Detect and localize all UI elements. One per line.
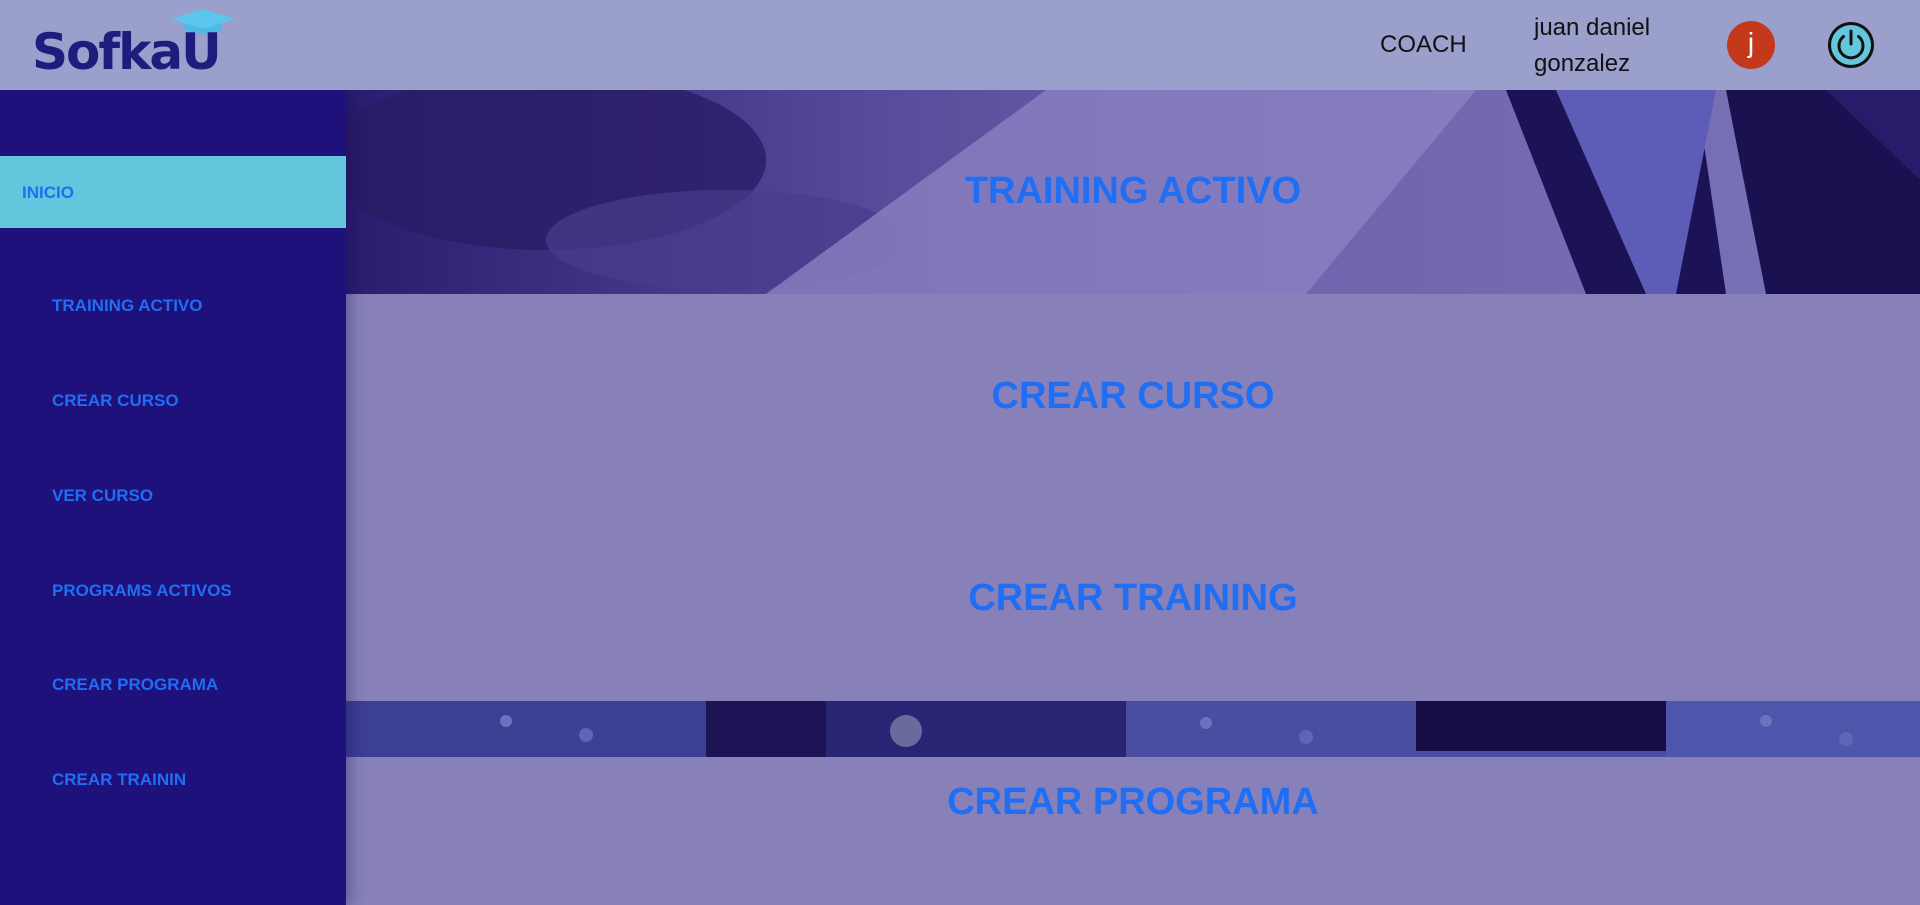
user-name: juan daniel gonzalez [1534, 14, 1651, 77]
panel-crear-curso[interactable]: CREAR CURSO [346, 294, 1920, 498]
sidebar-item-crear-curso[interactable]: CREAR CURSO [52, 391, 179, 411]
sidebar-item-label: INICIO [22, 183, 74, 202]
logo-text: SofkaU [32, 23, 222, 81]
sidebar-item-ver-curso[interactable]: VER CURSO [52, 486, 153, 506]
audience-background-image [346, 701, 1920, 757]
panel-title: CREAR TRAINING [968, 577, 1298, 619]
panel-crear-programa[interactable]: CREAR PROGRAMA [346, 701, 1920, 905]
panel-title: TRAINING ACTIVO [964, 170, 1302, 212]
panel-title: CREAR PROGRAMA [947, 781, 1319, 823]
sidebar: INICIO TRAINING ACTIVO CREAR CURSO VER C… [0, 90, 346, 905]
sidebar-item-crear-trainin[interactable]: CREAR TRAININ [52, 770, 186, 790]
sofkau-logo[interactable]: SofkaU [30, 8, 240, 81]
panel-title: CREAR CURSO [991, 375, 1275, 417]
panel-training-activo[interactable]: TRAINING ACTIVO [346, 90, 1920, 294]
top-header: SofkaU COACH juan daniel gonzalez j [0, 0, 1920, 90]
avatar[interactable]: j [1727, 21, 1775, 69]
sidebar-item-programs-activos[interactable]: PROGRAMS ACTIVOS [52, 581, 232, 601]
user-role: COACH [1380, 31, 1467, 58]
logout-button[interactable] [1826, 20, 1876, 70]
sidebar-item-training-activo[interactable]: TRAINING ACTIVO [52, 296, 202, 316]
power-icon [1828, 22, 1874, 68]
sidebar-item-crear-programa[interactable]: CREAR PROGRAMA [52, 675, 218, 695]
sidebar-item-inicio[interactable]: INICIO [0, 156, 346, 228]
panel-crear-training[interactable]: CREAR TRAINING [346, 498, 1920, 702]
